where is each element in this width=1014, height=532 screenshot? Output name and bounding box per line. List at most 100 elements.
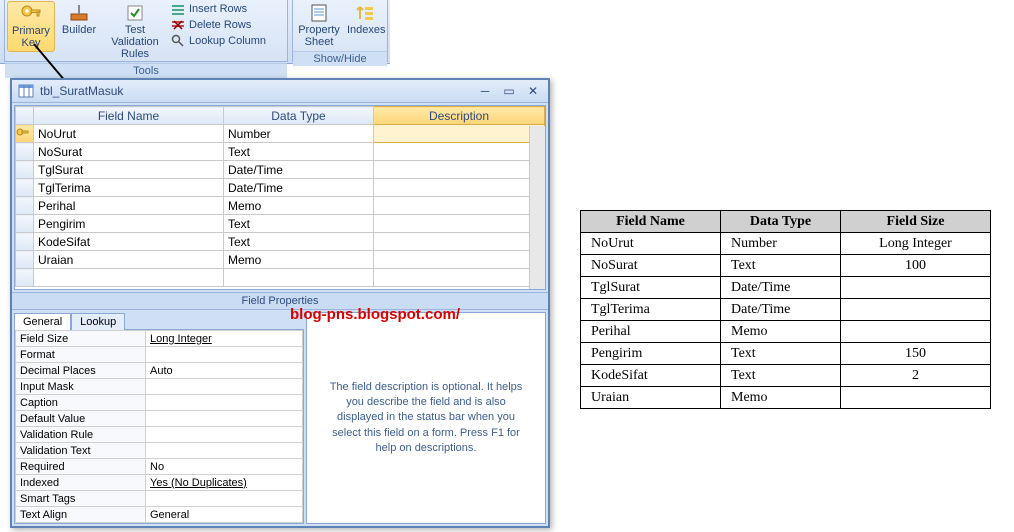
- ref-header-field: Field Name: [581, 211, 721, 233]
- row-selector[interactable]: [16, 179, 34, 197]
- prop-key: Validation Text: [16, 443, 146, 459]
- field-name-cell[interactable]: Uraian: [34, 251, 224, 269]
- ref-type: Date/Time: [721, 277, 841, 299]
- field-name-cell[interactable]: Pengirim: [34, 215, 224, 233]
- row-selector[interactable]: [16, 143, 34, 161]
- prop-value[interactable]: [146, 427, 303, 443]
- prop-value[interactable]: [146, 395, 303, 411]
- description-cell[interactable]: [374, 251, 545, 269]
- builder-icon: [67, 3, 91, 23]
- vertical-scrollbar[interactable]: [529, 126, 545, 289]
- field-name-cell[interactable]: KodeSifat: [34, 233, 224, 251]
- maximize-button[interactable]: ▭: [500, 84, 518, 98]
- watermark-text: blog-pns.blogspot.com/: [290, 306, 460, 323]
- field-properties-pane: General Lookup Field SizeLong IntegerFor…: [14, 312, 546, 524]
- prop-key: Indexed: [16, 475, 146, 491]
- col-header-desc[interactable]: Description: [374, 107, 545, 125]
- ref-field: NoUrut: [581, 233, 721, 255]
- ref-size: 150: [841, 343, 991, 365]
- ref-type: Text: [721, 255, 841, 277]
- row-selector[interactable]: [16, 269, 34, 287]
- row-selector[interactable]: [16, 233, 34, 251]
- titlebar[interactable]: tbl_SuratMasuk ─ ▭ ✕: [12, 80, 548, 103]
- row-selector[interactable]: [16, 197, 34, 215]
- data-type-cell[interactable]: Date/Time: [224, 179, 374, 197]
- ref-field: TglSurat: [581, 277, 721, 299]
- insert-rows-label: Insert Rows: [189, 3, 247, 15]
- data-type-cell[interactable]: Text: [224, 143, 374, 161]
- row-selector[interactable]: [16, 215, 34, 233]
- window-title: tbl_SuratMasuk: [40, 84, 470, 98]
- prop-key: Field Size: [16, 331, 146, 347]
- prop-value[interactable]: [146, 347, 303, 363]
- field-grid[interactable]: Field Name Data Type Description NoUrutN…: [14, 105, 546, 290]
- prop-key: Required: [16, 459, 146, 475]
- data-type-cell[interactable]: Text: [224, 233, 374, 251]
- prop-value[interactable]: [146, 411, 303, 427]
- ref-field: NoSurat: [581, 255, 721, 277]
- field-name-cell[interactable]: TglSurat: [34, 161, 224, 179]
- data-type-cell[interactable]: Date/Time: [224, 161, 374, 179]
- data-type-cell[interactable]: [224, 269, 374, 287]
- indexes-label: Indexes: [347, 24, 386, 36]
- tab-lookup[interactable]: Lookup: [71, 313, 125, 330]
- data-type-cell[interactable]: Text: [224, 215, 374, 233]
- description-cell[interactable]: [374, 143, 545, 161]
- prop-value[interactable]: No: [146, 459, 303, 475]
- row-selector[interactable]: [16, 125, 34, 143]
- prop-value[interactable]: [146, 491, 303, 507]
- key-icon: [19, 4, 43, 24]
- prop-value[interactable]: Auto: [146, 363, 303, 379]
- lookup-column-button[interactable]: Lookup Column: [167, 33, 270, 49]
- ref-type: Date/Time: [721, 299, 841, 321]
- row-selector[interactable]: [16, 251, 34, 269]
- ref-type: Memo: [721, 387, 841, 409]
- test-validation-button[interactable]: Test Validation Rules: [103, 1, 167, 62]
- prop-key: Decimal Places: [16, 363, 146, 379]
- field-name-cell[interactable]: NoUrut: [34, 125, 224, 143]
- ref-size: [841, 387, 991, 409]
- primary-key-button[interactable]: Primary Key: [7, 1, 55, 52]
- prop-value[interactable]: General: [146, 507, 303, 523]
- field-name-cell[interactable]: Perihal: [34, 197, 224, 215]
- primary-key-label: Primary Key: [12, 25, 50, 49]
- close-button[interactable]: ✕: [524, 84, 542, 98]
- minimize-button[interactable]: ─: [476, 84, 494, 98]
- data-type-cell[interactable]: Memo: [224, 197, 374, 215]
- ref-header-size: Field Size: [841, 211, 991, 233]
- indexes-button[interactable]: Indexes: [343, 1, 390, 38]
- indexes-icon: [354, 3, 378, 23]
- prop-key: Validation Rule: [16, 427, 146, 443]
- ref-field: Uraian: [581, 387, 721, 409]
- properties-grid[interactable]: Field SizeLong IntegerFormatDecimal Plac…: [15, 330, 303, 523]
- description-cell[interactable]: [374, 215, 545, 233]
- col-header-type[interactable]: Data Type: [224, 107, 374, 125]
- prop-value[interactable]: [146, 379, 303, 395]
- data-type-cell[interactable]: Memo: [224, 251, 374, 269]
- row-selector[interactable]: [16, 161, 34, 179]
- prop-value[interactable]: Long Integer: [146, 331, 303, 347]
- tab-general[interactable]: General: [14, 313, 71, 330]
- field-name-cell[interactable]: [34, 269, 224, 287]
- description-cell[interactable]: [374, 179, 545, 197]
- description-cell[interactable]: [374, 125, 545, 143]
- ref-size: Long Integer: [841, 233, 991, 255]
- col-header-field[interactable]: Field Name: [34, 107, 224, 125]
- description-cell[interactable]: [374, 197, 545, 215]
- data-type-cell[interactable]: Number: [224, 125, 374, 143]
- table-design-window: tbl_SuratMasuk ─ ▭ ✕ Field Name Data Typ…: [10, 78, 550, 528]
- field-name-cell[interactable]: TglTerima: [34, 179, 224, 197]
- delete-rows-icon: [171, 18, 185, 32]
- insert-rows-button[interactable]: Insert Rows: [167, 1, 270, 17]
- ribbon-group-tools: Primary Key Builder Test Validation Rule…: [4, 0, 288, 62]
- delete-rows-button[interactable]: Delete Rows: [167, 17, 270, 33]
- property-sheet-button[interactable]: Property Sheet: [295, 1, 343, 50]
- builder-button[interactable]: Builder: [55, 1, 103, 38]
- field-name-cell[interactable]: NoSurat: [34, 143, 224, 161]
- description-cell[interactable]: [374, 269, 545, 287]
- prop-value[interactable]: [146, 443, 303, 459]
- description-cell[interactable]: [374, 161, 545, 179]
- prop-value[interactable]: Yes (No Duplicates): [146, 475, 303, 491]
- select-all-corner[interactable]: [16, 107, 34, 125]
- description-cell[interactable]: [374, 233, 545, 251]
